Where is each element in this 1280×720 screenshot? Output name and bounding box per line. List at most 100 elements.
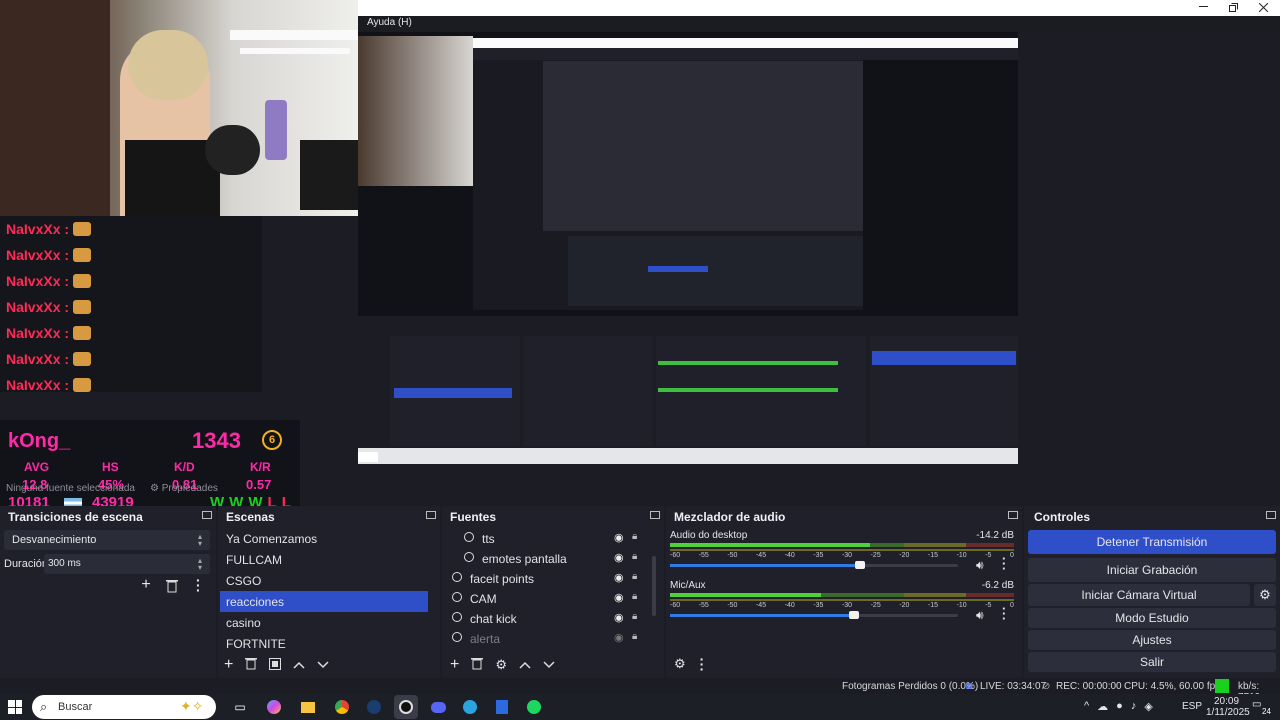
virtual-cam-settings-icon[interactable]: ⚙: [1254, 584, 1276, 606]
language-indicator[interactable]: ESP: [1182, 701, 1202, 712]
source-label: faceit points: [470, 572, 535, 586]
slider-handle[interactable]: [849, 611, 860, 619]
trash-icon[interactable]: [166, 579, 178, 593]
app-icon[interactable]: [490, 695, 514, 719]
minimize-icon[interactable]: [1196, 0, 1210, 14]
lock-icon[interactable]: 🔒︎: [632, 551, 637, 562]
clock-time[interactable]: 20:09: [1214, 696, 1239, 707]
transition-select[interactable]: Desvanecimiento ▴ ▾: [4, 530, 210, 550]
close-icon[interactable]: [1256, 0, 1270, 14]
trash-icon[interactable]: [471, 657, 484, 673]
notification-icon[interactable]: ▭ 24: [1252, 699, 1271, 716]
speaker-icon[interactable]: 🔊︎: [976, 608, 984, 623]
volume-slider[interactable]: [670, 561, 958, 569]
virtual-cam-button[interactable]: Iniciar Cámara Virtual: [1028, 584, 1250, 606]
studio-mode-button[interactable]: Modo Estudio: [1028, 608, 1276, 628]
restore-icon[interactable]: [1226, 0, 1240, 14]
source-item[interactable]: CAM ◉ 🔒︎: [446, 588, 646, 608]
move-down-icon[interactable]: [543, 658, 555, 672]
scene-item[interactable]: FULLCAM: [220, 549, 428, 570]
lock-icon[interactable]: 🔒︎: [632, 591, 637, 602]
health-indicator: [1215, 679, 1229, 693]
windows-start-icon[interactable]: [8, 700, 22, 714]
advanced-audio-icon[interactable]: ⚙: [674, 656, 686, 672]
chat-username: NaIvxXx :: [6, 325, 70, 341]
channel-name: Mic/Aux: [670, 580, 706, 591]
source-item[interactable]: tts ◉ 🔒︎: [446, 528, 646, 548]
obs-icon[interactable]: [394, 695, 418, 719]
scenes-dock: Escenas Ya Comenzamos FULLCAM CSGO reaccion…: [218, 506, 440, 678]
chevron-up-icon[interactable]: ^: [1084, 700, 1089, 713]
chrome-icon[interactable]: [330, 695, 354, 719]
undock-icon[interactable]: [1008, 511, 1018, 519]
volume-icon[interactable]: ♪: [1131, 700, 1137, 713]
lock-icon[interactable]: 🔒︎: [632, 631, 637, 642]
scene-item[interactable]: CSGO: [220, 570, 428, 591]
filter-icon[interactable]: [269, 657, 282, 673]
move-up-icon[interactable]: [293, 658, 305, 672]
visibility-eye-icon[interactable]: ◉: [614, 611, 624, 624]
visibility-eye-icon[interactable]: ◉: [614, 531, 624, 544]
slider-handle[interactable]: [855, 561, 866, 569]
chat-row: NaIvxXx :: [0, 320, 262, 346]
source-item[interactable]: chat kick ◉ 🔒︎: [446, 608, 646, 628]
speaker-icon[interactable]: 🔊︎: [976, 558, 984, 573]
properties-link[interactable]: ⚙ Propiedades: [150, 483, 218, 494]
more-menu-icon[interactable]: · · ·: [196, 573, 202, 597]
scale-tick: -25: [870, 602, 881, 609]
lock-icon[interactable]: 🔒︎: [632, 611, 637, 622]
stop-stream-button[interactable]: Detener Transmisión: [1028, 530, 1276, 554]
move-up-icon[interactable]: [519, 658, 531, 672]
settings-button[interactable]: Ajustes: [1028, 630, 1276, 650]
add-source-icon[interactable]: +: [450, 656, 459, 674]
level-meter: [670, 599, 1014, 601]
undock-icon[interactable]: [1266, 511, 1276, 519]
onedrive-icon[interactable]: ☁: [1097, 700, 1108, 713]
gear-icon[interactable]: ⚙: [495, 657, 507, 673]
move-down-icon[interactable]: [317, 658, 329, 672]
task-view-icon[interactable]: ▭: [228, 695, 252, 719]
visibility-eye-icon[interactable]: ◉: [614, 551, 624, 564]
sources-scrollbar[interactable]: [652, 556, 656, 616]
source-item[interactable]: alerta ◉ 🔒︎: [446, 628, 646, 648]
undock-icon[interactable]: [426, 511, 436, 519]
emote-icon: [73, 326, 92, 340]
spotify-icon[interactable]: [522, 695, 546, 719]
start-record-button[interactable]: Iniciar Grabación: [1028, 558, 1276, 582]
visibility-eye-icon[interactable]: ◉: [614, 631, 624, 644]
more-menu-icon[interactable]: · · ·: [1002, 552, 1006, 575]
lock-icon[interactable]: 🔒︎: [632, 571, 637, 582]
scene-item[interactable]: casino: [220, 612, 428, 633]
lock-icon[interactable]: 🔒︎: [632, 531, 637, 542]
exit-button[interactable]: Salir: [1028, 652, 1276, 672]
steam-icon[interactable]: [362, 695, 386, 719]
menu-help[interactable]: Ayuda (H): [367, 17, 412, 28]
source-type-icon: [452, 632, 462, 642]
mic-icon[interactable]: ●: [1116, 700, 1123, 713]
undock-icon[interactable]: [202, 511, 212, 519]
taskbar-search[interactable]: ⌕ Buscar ✦✧: [32, 695, 216, 719]
more-menu-icon[interactable]: · · ·: [1002, 602, 1006, 625]
scene-item[interactable]: Ya Comenzamos: [220, 528, 428, 549]
visibility-eye-icon[interactable]: ◉: [614, 591, 624, 604]
add-scene-icon[interactable]: +: [224, 656, 233, 674]
more-menu-icon[interactable]: · · ·: [700, 652, 705, 676]
volume-slider[interactable]: [670, 611, 958, 619]
duration-field[interactable]: 300 ms ▴ ▾: [44, 554, 210, 574]
scene-item[interactable]: FORTNITE: [220, 633, 428, 654]
visibility-eye-icon[interactable]: ◉: [614, 571, 624, 584]
add-transition-icon[interactable]: +: [138, 577, 154, 594]
undock-icon[interactable]: [650, 511, 660, 519]
trash-icon[interactable]: [245, 657, 258, 673]
shield-icon[interactable]: ◈: [1144, 700, 1152, 713]
source-item[interactable]: emotes pantalla ◉ 🔒︎: [446, 548, 646, 568]
clock-date[interactable]: 1/11/2025: [1206, 707, 1250, 718]
copilot-icon[interactable]: [262, 695, 286, 719]
file-explorer-icon[interactable]: [296, 695, 320, 719]
telegram-icon[interactable]: [458, 695, 482, 719]
scene-item[interactable]: reacciones: [220, 591, 428, 612]
discord-icon[interactable]: [426, 695, 450, 719]
source-label: alerta: [470, 632, 501, 646]
source-item[interactable]: faceit points ◉ 🔒︎: [446, 568, 646, 588]
source-type-icon: [464, 552, 474, 562]
